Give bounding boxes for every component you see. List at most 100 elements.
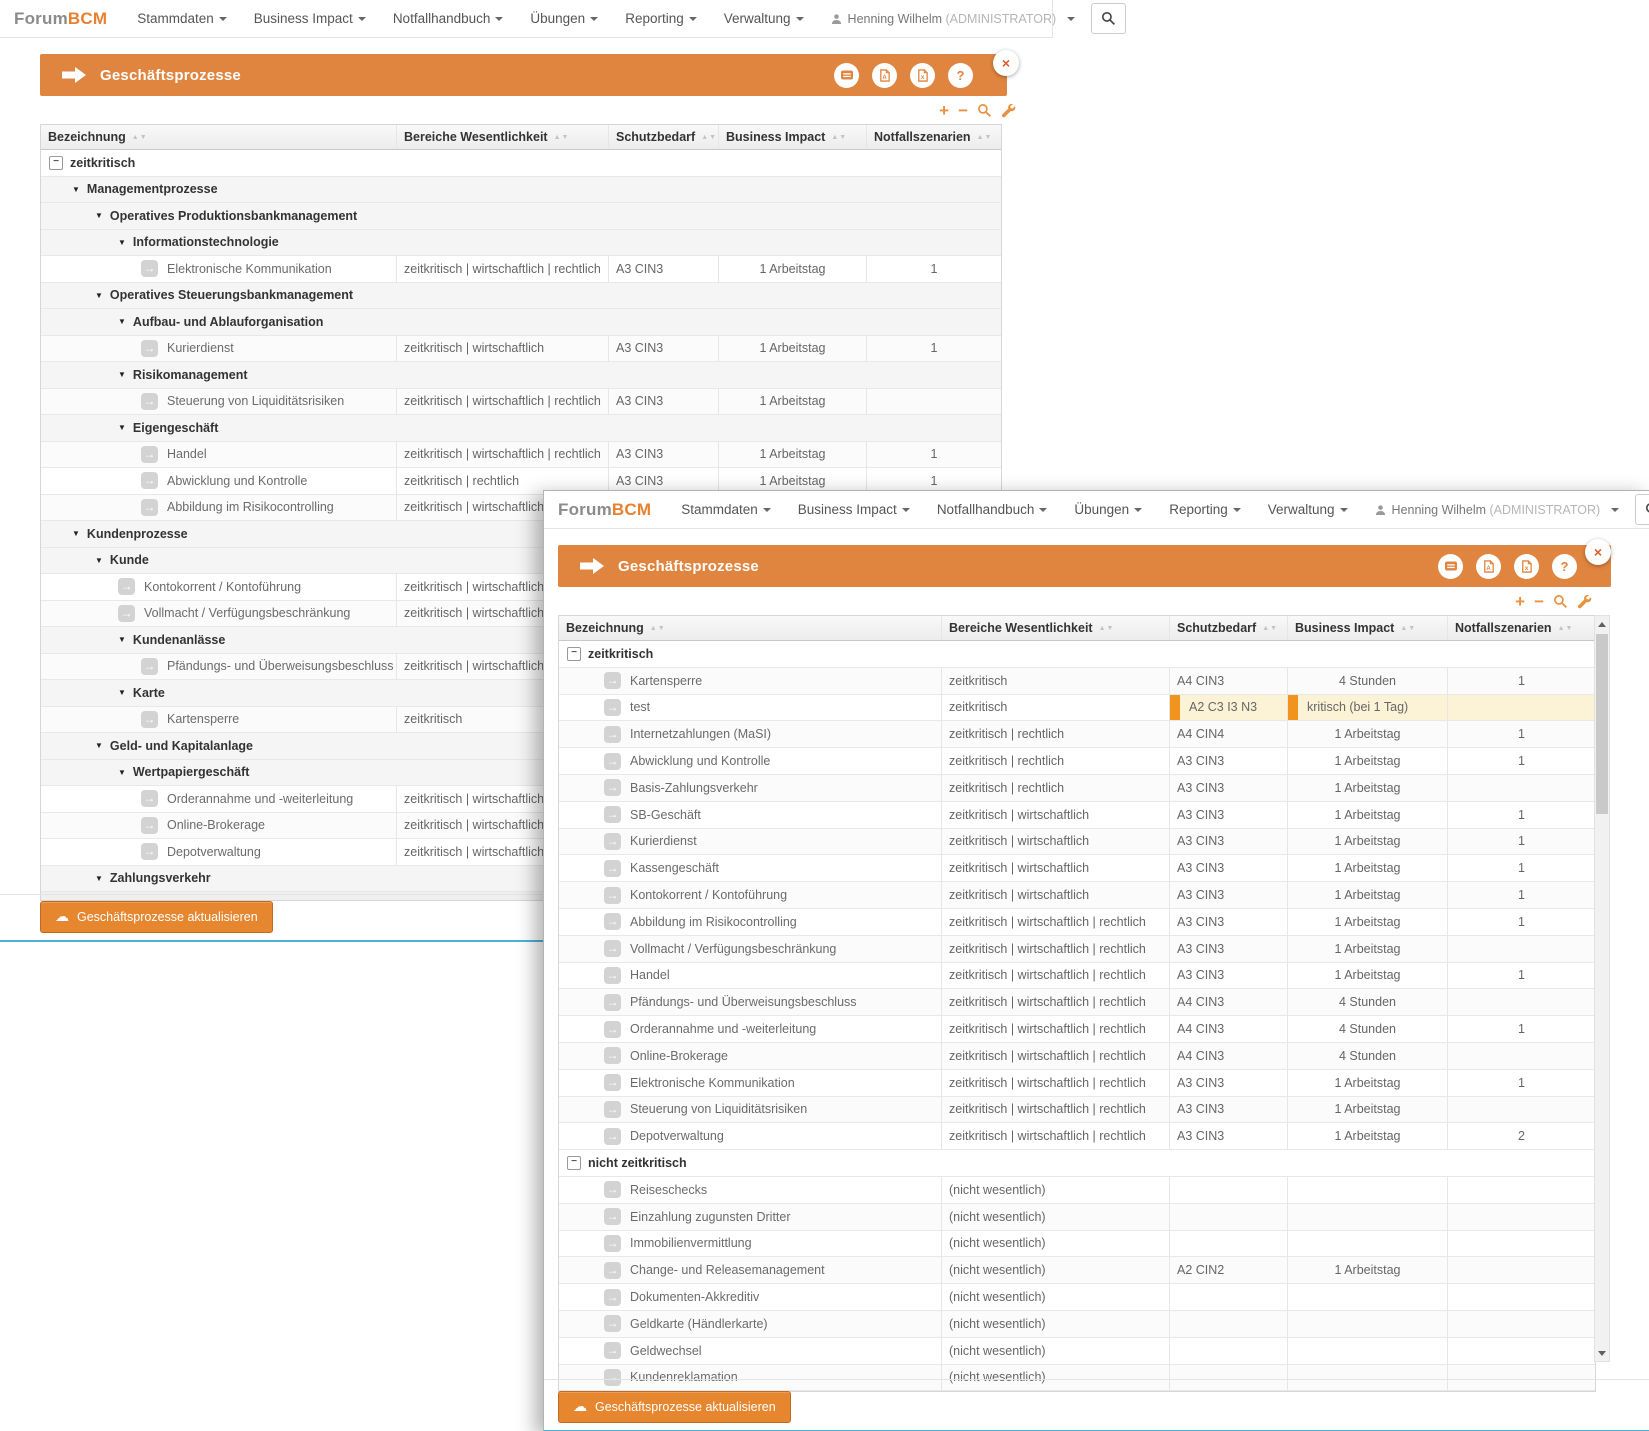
process-arrow-icon[interactable]: → bbox=[141, 817, 158, 834]
category-row[interactable]: ▼Managementprozesse bbox=[41, 177, 1001, 204]
process-arrow-icon[interactable]: → bbox=[604, 913, 621, 930]
sort-icon[interactable]: ▲▼ bbox=[650, 625, 666, 632]
excel-export-icon[interactable]: x bbox=[1514, 554, 1539, 579]
collapse-triangle-icon[interactable]: ▼ bbox=[118, 688, 126, 697]
process-arrow-icon[interactable]: → bbox=[604, 1235, 621, 1252]
sort-icon[interactable]: ▲▼ bbox=[1099, 625, 1115, 632]
process-row[interactable]: →Basis-Zahlungsverkehrzeitkritisch | rec… bbox=[559, 775, 1595, 802]
search-button[interactable] bbox=[1635, 494, 1649, 525]
process-arrow-icon[interactable]: → bbox=[141, 843, 158, 860]
sort-icon[interactable]: ▲▼ bbox=[701, 134, 717, 141]
menu-notfallhandbuch[interactable]: Notfallhandbuch bbox=[937, 502, 1048, 517]
process-row[interactable]: →Geldwechsel(nicht wesentlich) bbox=[559, 1338, 1595, 1365]
brand-logo[interactable]: ForumBCM bbox=[558, 500, 651, 520]
process-arrow-icon[interactable]: → bbox=[604, 994, 621, 1011]
category-row[interactable]: ▼Operatives Produktionsbankmanagement bbox=[41, 203, 1001, 230]
menu-stammdaten[interactable]: Stammdaten bbox=[137, 11, 227, 26]
menu-stammdaten[interactable]: Stammdaten bbox=[681, 502, 771, 517]
process-arrow-icon[interactable]: → bbox=[604, 1101, 621, 1118]
column-header-business-impact[interactable]: Business Impact▲▼ bbox=[1287, 616, 1447, 640]
update-processes-button[interactable]: ☁ Geschäftsprozesse aktualisieren bbox=[40, 901, 273, 933]
process-arrow-icon[interactable]: → bbox=[141, 340, 158, 357]
sort-icon[interactable]: ▲▼ bbox=[831, 134, 847, 141]
grid-search-icon[interactable] bbox=[1553, 594, 1568, 609]
sort-icon[interactable]: ▲▼ bbox=[977, 134, 993, 141]
process-row[interactable]: →Kassengeschäftzeitkritisch | wirtschaft… bbox=[559, 855, 1595, 882]
process-row[interactable]: →Internetzahlungen (MaSI)zeitkritisch | … bbox=[559, 721, 1595, 748]
process-arrow-icon[interactable]: → bbox=[604, 887, 621, 904]
process-arrow-icon[interactable]: → bbox=[118, 578, 135, 595]
panel-close-button[interactable]: × bbox=[993, 50, 1019, 76]
process-arrow-icon[interactable]: → bbox=[141, 790, 158, 807]
process-row[interactable]: →Abwicklung und Kontrollezeitkritisch | … bbox=[559, 748, 1595, 775]
group-row[interactable]: −zeitkritisch bbox=[559, 641, 1595, 668]
print-icon[interactable] bbox=[1438, 554, 1463, 579]
process-arrow-icon[interactable]: → bbox=[604, 1047, 621, 1064]
user-menu[interactable]: Henning Wilhelm (ADMINISTRATOR) bbox=[1375, 503, 1620, 517]
collapse-triangle-icon[interactable]: ▼ bbox=[118, 238, 126, 247]
process-arrow-icon[interactable]: → bbox=[604, 699, 621, 716]
process-arrow-icon[interactable]: → bbox=[141, 260, 158, 277]
scrollbar-thumb[interactable] bbox=[1596, 634, 1608, 814]
process-arrow-icon[interactable]: → bbox=[604, 860, 621, 877]
collapse-triangle-icon[interactable]: ▼ bbox=[95, 556, 103, 565]
process-row[interactable]: →Handelzeitkritisch | wirtschaftlich | r… bbox=[41, 442, 1001, 469]
sort-icon[interactable]: ▲▼ bbox=[1400, 625, 1416, 632]
group-row[interactable]: −nicht zeitkritisch bbox=[559, 1150, 1595, 1177]
process-arrow-icon[interactable]: → bbox=[604, 726, 621, 743]
menu-verwaltung[interactable]: Verwaltung bbox=[1268, 502, 1348, 517]
column-header-schutzbedarf[interactable]: Schutzbedarf▲▼ bbox=[608, 125, 718, 149]
column-header-schutzbedarf[interactable]: Schutzbedarf▲▼ bbox=[1169, 616, 1287, 640]
menu-uebungen[interactable]: Übungen bbox=[530, 11, 598, 26]
process-arrow-icon[interactable]: → bbox=[604, 940, 621, 957]
grid-search-icon[interactable] bbox=[977, 103, 992, 118]
process-arrow-icon[interactable]: → bbox=[118, 605, 135, 622]
group-row[interactable]: −zeitkritisch bbox=[41, 150, 1001, 177]
print-icon[interactable] bbox=[834, 63, 859, 88]
process-row[interactable]: →Handelzeitkritisch | wirtschaftlich | r… bbox=[559, 963, 1595, 990]
process-arrow-icon[interactable]: → bbox=[141, 393, 158, 410]
help-icon[interactable]: ? bbox=[948, 63, 973, 88]
process-row[interactable]: →Online-Brokeragezeitkritisch | wirtscha… bbox=[559, 1043, 1595, 1070]
collapse-box-icon[interactable]: − bbox=[567, 1156, 581, 1170]
process-row[interactable]: →Pfändungs- und Überweisungsbeschlusszei… bbox=[559, 989, 1595, 1016]
process-arrow-icon[interactable]: → bbox=[604, 1342, 621, 1359]
menu-reporting[interactable]: Reporting bbox=[1169, 502, 1241, 517]
collapse-box-icon[interactable]: − bbox=[49, 156, 63, 170]
pdf-export-icon[interactable]: A bbox=[1476, 554, 1501, 579]
process-arrow-icon[interactable]: → bbox=[141, 711, 158, 728]
excel-export-icon[interactable]: x bbox=[910, 63, 935, 88]
process-row[interactable]: →Vollmacht / Verfügungsbeschränkungzeitk… bbox=[559, 936, 1595, 963]
process-arrow-icon[interactable]: → bbox=[141, 658, 158, 675]
process-row[interactable]: →Kurierdienstzeitkritisch | wirtschaftli… bbox=[559, 829, 1595, 856]
process-arrow-icon[interactable]: → bbox=[604, 1262, 621, 1279]
process-row[interactable]: →Steuerung von Liquiditätsrisikenzeitkri… bbox=[559, 1097, 1595, 1124]
process-row[interactable]: →Elektronische Kommunikationzeitkritisch… bbox=[41, 256, 1001, 283]
process-arrow-icon[interactable]: → bbox=[604, 1128, 621, 1145]
process-arrow-icon[interactable]: → bbox=[141, 472, 158, 489]
expand-plus-icon[interactable]: + bbox=[1515, 593, 1525, 610]
settings-wrench-icon[interactable] bbox=[1001, 103, 1016, 118]
process-arrow-icon[interactable]: → bbox=[604, 1289, 621, 1306]
collapse-triangle-icon[interactable]: ▼ bbox=[118, 635, 126, 644]
menu-reporting[interactable]: Reporting bbox=[625, 11, 697, 26]
process-row[interactable]: →Reiseschecks(nicht wesentlich) bbox=[559, 1177, 1595, 1204]
panel-close-button[interactable]: × bbox=[1585, 539, 1611, 565]
process-arrow-icon[interactable]: → bbox=[604, 1369, 621, 1386]
process-row[interactable]: →Abbildung im Risikocontrollingzeitkriti… bbox=[559, 909, 1595, 936]
process-row[interactable]: →Change- und Releasemanagement(nicht wes… bbox=[559, 1257, 1595, 1284]
process-arrow-icon[interactable]: → bbox=[604, 833, 621, 850]
process-arrow-icon[interactable]: → bbox=[604, 779, 621, 796]
collapse-triangle-icon[interactable]: ▼ bbox=[118, 423, 126, 432]
collapse-box-icon[interactable]: − bbox=[567, 647, 581, 661]
help-icon[interactable]: ? bbox=[1552, 554, 1577, 579]
column-header-business-impact[interactable]: Business Impact▲▼ bbox=[718, 125, 866, 149]
process-arrow-icon[interactable]: → bbox=[604, 1181, 621, 1198]
sort-icon[interactable]: ▲▼ bbox=[1558, 625, 1574, 632]
expand-plus-icon[interactable]: + bbox=[939, 102, 949, 119]
collapse-triangle-icon[interactable]: ▼ bbox=[118, 317, 126, 326]
category-row[interactable]: ▼Informationstechnologie bbox=[41, 230, 1001, 257]
scroll-up-arrow[interactable] bbox=[1595, 616, 1609, 632]
collapse-triangle-icon[interactable]: ▼ bbox=[95, 741, 103, 750]
collapse-minus-icon[interactable]: − bbox=[1534, 593, 1544, 610]
